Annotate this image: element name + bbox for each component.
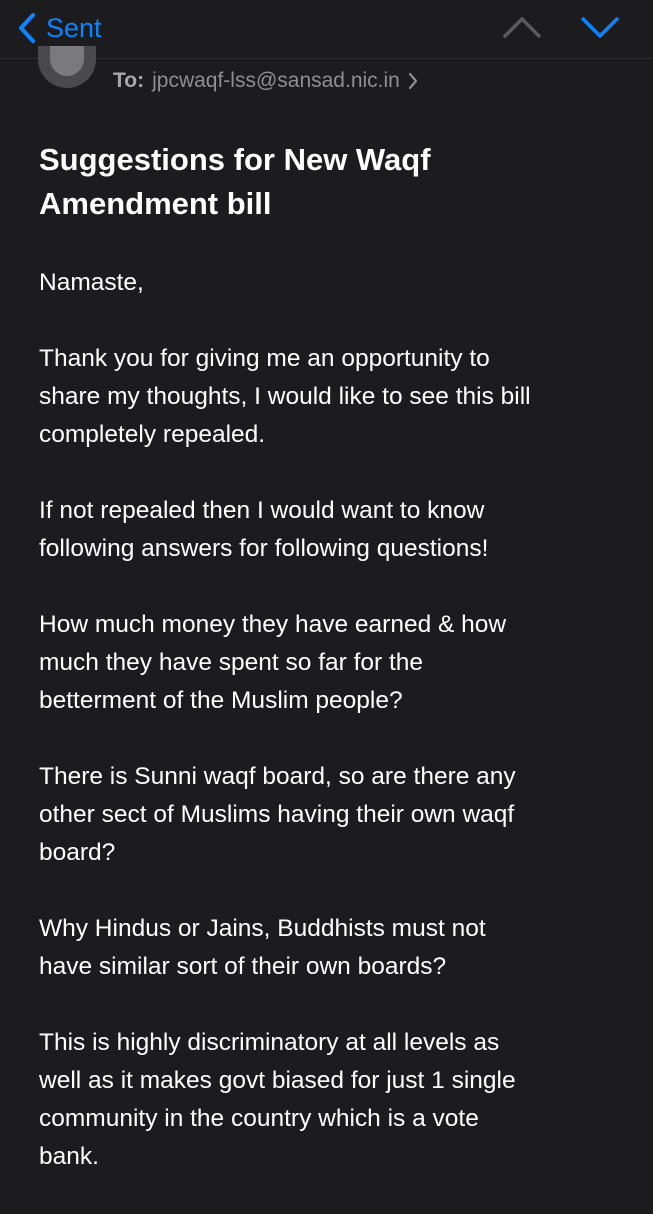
email-body: Namaste, Thank you for giving me an oppo… — [39, 264, 629, 1214]
chevron-down-icon — [580, 14, 620, 40]
recipient-row[interactable]: To: jpcwaqf-lss@sansad.nic.in — [113, 66, 418, 96]
recipient-address[interactable]: jpcwaqf-lss@sansad.nic.in — [152, 66, 400, 96]
chevron-left-icon — [18, 12, 36, 44]
nav-divider — [0, 58, 653, 59]
chevron-up-icon — [502, 14, 542, 40]
body-paragraph-thanks: Thank you for giving me an opportunity t… — [39, 345, 531, 448]
sender-avatar[interactable] — [38, 46, 96, 88]
back-button[interactable]: Sent — [18, 10, 102, 46]
email-subject: Suggestions for New Waqf Amendment bill — [39, 142, 431, 221]
body-paragraph-greeting: Namaste, — [39, 269, 144, 296]
to-label: To: — [113, 69, 145, 92]
body-paragraph-money-question: How much money they have earned & how mu… — [39, 611, 507, 714]
body-paragraph-sunni-board-question: There is Sunni waqf board, so are there … — [39, 763, 516, 866]
next-message-button[interactable] — [580, 14, 620, 40]
previous-message-button[interactable] — [502, 14, 542, 40]
body-paragraph-discrimination: This is highly discriminatory at all lev… — [39, 1029, 516, 1170]
chevron-right-icon — [408, 72, 418, 90]
back-button-label: Sent — [46, 13, 102, 43]
body-paragraph-if-not-repealed: If not repealed then I would want to kno… — [39, 497, 489, 562]
navigation-bar: Sent — [0, 0, 653, 58]
body-paragraph-other-boards-question: Why Hindus or Jains, Buddhists must not … — [39, 915, 486, 980]
avatar-photo — [50, 46, 84, 76]
